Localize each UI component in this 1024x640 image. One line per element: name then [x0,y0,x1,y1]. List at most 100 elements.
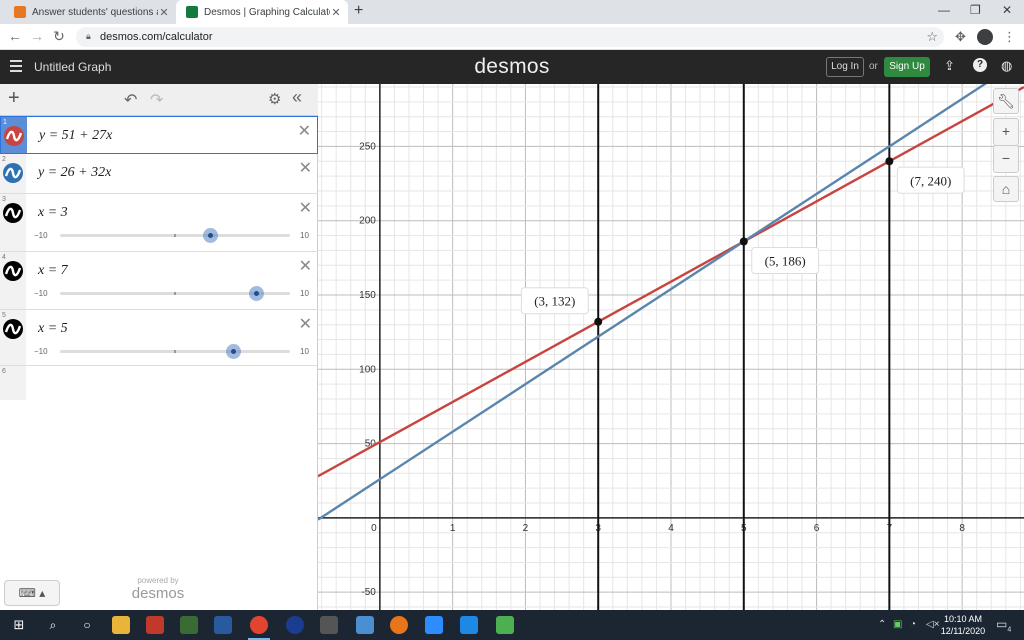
minimize-icon[interactable]: — [938,3,950,17]
new-tab-button[interactable]: + [354,2,363,20]
globe-icon[interactable]: ◍ [1001,58,1012,74]
slider-expression-row[interactable]: 5 x = 5 ✕ −10 10 [0,310,318,366]
expression-row[interactable]: 1 y = 51 + 27x ✕ [0,116,318,154]
slider-handle[interactable] [248,286,264,301]
delete-expression-icon[interactable]: ✕ [299,198,312,218]
browser-menu-icon[interactable]: ⋮ [1003,29,1016,45]
tab-chegg[interactable]: Answer students' questions and e ✕ [4,0,176,24]
wifi-icon[interactable]: ◔ [910,619,916,630]
expression-latex[interactable]: x = 7 [38,263,68,279]
expression-row[interactable]: 2 y = 26 + 32x ✕ [0,154,318,194]
tray-chevron-icon[interactable]: ⌃ [878,619,886,630]
reload-icon[interactable]: ↻ [50,28,68,45]
undo-icon[interactable]: ↶ [124,90,137,110]
extensions-icon[interactable]: ✥ [955,29,966,45]
desmos-icon [186,6,198,18]
zoom-app-icon[interactable] [425,616,443,634]
address-bar-row: ← → ↻ 🔒︎ desmos.com/calculator ☆ [0,24,1024,50]
settings-gear-icon[interactable]: ⚙ [268,90,281,108]
expression-index: 1 [3,119,7,126]
signup-button[interactable]: Sign Up [884,57,930,77]
delete-expression-icon[interactable]: ✕ [299,256,312,276]
slider-handle[interactable] [202,228,218,243]
help-icon[interactable]: ? [973,58,987,72]
x-tick-label: 0 [371,523,377,534]
x-tick-label: 1 [450,523,456,534]
slider-max[interactable]: 10 [300,231,309,240]
delete-expression-icon[interactable]: ✕ [299,158,312,178]
clock-time: 10:10 AM [943,614,983,624]
expression-latex[interactable]: x = 5 [38,321,68,337]
system-clock[interactable]: 10:10 AM 12/11/2020 [936,613,990,637]
point-marker [594,317,603,326]
slider-zero-tick [174,292,176,295]
expression-index: 6 [2,368,6,375]
app-icon-tool[interactable] [320,616,338,634]
expression-latex[interactable]: x = 3 [38,205,68,221]
close-tab-icon[interactable]: ✕ [158,6,170,19]
slider-min[interactable]: −10 [34,231,48,240]
app-icon-ccleaner[interactable] [146,616,164,634]
windows-start-icon[interactable]: ⊞ [10,616,28,634]
graph-color-icon[interactable] [3,319,23,339]
graph-settings-wrench-icon[interactable]: 🔧︎ [993,88,1019,114]
forward-icon[interactable]: → [28,28,46,44]
expression-gutter: 4 [0,252,26,309]
chrome-icon[interactable] [248,616,270,640]
expression-latex[interactable]: y = 51 + 27x [39,128,112,144]
notifications-icon[interactable]: ▭4 [996,617,1011,633]
home-zoom-icon[interactable]: ⌂ [993,176,1019,202]
expression-latex[interactable]: y = 26 + 32x [38,165,111,181]
back-icon[interactable]: ← [6,28,24,44]
collapse-panel-icon[interactable]: « [292,87,302,108]
search-icon[interactable]: ⌕ [44,616,62,634]
slider-min[interactable]: −10 [34,289,48,298]
point-label: (3, 132) [534,294,575,309]
graph-svg[interactable]: 012345678-5050100150200250(3, 132)(5, 18… [318,84,1024,610]
keyboard-icon: ⌨ ▴ [18,586,46,600]
share-icon[interactable]: ⇪ [944,58,955,74]
file-explorer-icon[interactable] [112,616,130,634]
task-view-icon[interactable]: ○ [78,616,96,634]
delete-expression-icon[interactable]: ✕ [299,314,312,334]
add-item-button[interactable]: + [8,87,20,110]
x-tick-label: 4 [668,523,674,534]
point-label: (7, 240) [910,173,951,188]
login-button[interactable]: Log In [826,57,864,77]
tab-desmos[interactable]: Desmos | Graphing Calculator ✕ [176,0,348,24]
slider-expression-row[interactable]: 3 x = 3 ✕ −10 10 [0,194,318,252]
slider-max[interactable]: 10 [300,347,309,356]
zoom-out-button[interactable]: − [993,145,1019,173]
slider-max[interactable]: 10 [300,289,309,298]
powered-by-desmos[interactable]: powered by desmos [126,576,190,602]
graph-color-icon[interactable] [3,163,23,183]
graph-canvas[interactable]: 012345678-5050100150200250(3, 132)(5, 18… [318,84,1024,610]
expression-gutter: 3 [0,194,26,251]
app-icon-monitor[interactable] [460,616,478,634]
delete-expression-icon[interactable]: ✕ [298,121,311,141]
app-icon-shield[interactable] [180,616,198,634]
close-tab-icon[interactable]: ✕ [330,6,342,19]
slider-handle[interactable] [225,344,241,359]
restore-icon[interactable]: ❐ [970,3,981,17]
slider-min[interactable]: −10 [34,347,48,356]
app-icon-blue[interactable] [214,616,232,634]
close-window-icon[interactable]: ✕ [1002,3,1012,17]
profile-avatar[interactable] [977,29,993,45]
redo-icon[interactable]: ↷ [150,90,163,110]
graph-color-icon[interactable] [4,126,24,146]
new-expression-row[interactable]: 6 [0,366,26,400]
bookmark-star-icon[interactable]: ☆ [926,29,938,45]
graph-color-icon[interactable] [3,261,23,281]
tray-app-icon[interactable]: ▣ [893,619,902,630]
graph-color-icon[interactable] [3,203,23,223]
slider-expression-row[interactable]: 4 x = 7 ✕ −10 10 [0,252,318,310]
url-field[interactable]: 🔒︎ desmos.com/calculator ☆ [76,27,944,47]
app-icon-green[interactable] [496,616,514,634]
expression-toolbar: + ↶ ↷ ⚙ « [0,84,318,116]
app-icon-orange[interactable] [390,616,408,634]
zoom-in-button[interactable]: + [993,118,1019,146]
app-icon-round[interactable] [286,616,304,634]
app-icon-gear[interactable] [356,616,374,634]
keyboard-toggle-button[interactable]: ⌨ ▴ [4,580,60,606]
